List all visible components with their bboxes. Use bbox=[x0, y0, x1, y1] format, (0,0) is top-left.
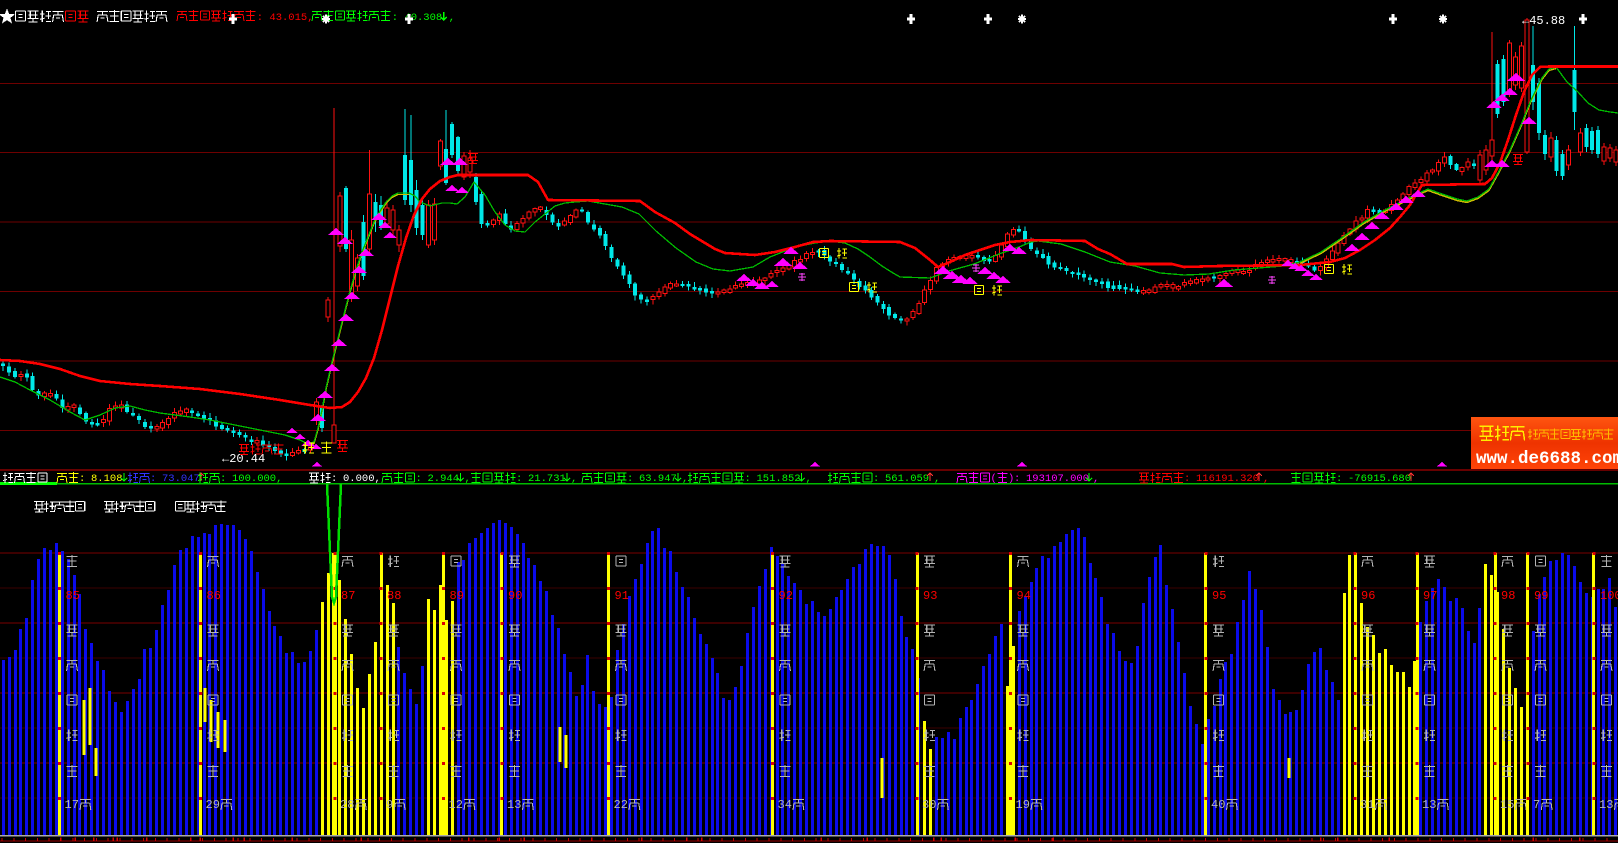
svg-text:85: 85 bbox=[66, 589, 80, 603]
svg-text:,: , bbox=[128, 473, 134, 485]
svg-text:,: , bbox=[449, 12, 455, 24]
svg-text:8.108: 8.108 bbox=[91, 473, 123, 485]
svg-text::: : bbox=[79, 473, 85, 485]
svg-text:28: 28 bbox=[340, 798, 354, 812]
svg-text::: : bbox=[1336, 473, 1342, 485]
svg-text::: : bbox=[745, 473, 751, 485]
svg-text:86: 86 bbox=[207, 589, 221, 603]
svg-text::: : bbox=[220, 473, 226, 485]
svg-text:,: , bbox=[571, 473, 577, 485]
svg-text:116191.320: 116191.320 bbox=[1196, 473, 1259, 485]
svg-text:87: 87 bbox=[341, 589, 355, 603]
svg-text::: : bbox=[416, 473, 422, 485]
svg-text:73.047: 73.047 bbox=[162, 473, 200, 485]
svg-text::: : bbox=[516, 473, 522, 485]
svg-text:31: 31 bbox=[1360, 798, 1374, 812]
svg-text:,: , bbox=[806, 473, 812, 485]
svg-text::: : bbox=[150, 473, 156, 485]
svg-text:12: 12 bbox=[449, 798, 463, 812]
svg-text:13: 13 bbox=[1422, 798, 1436, 812]
svg-text:93: 93 bbox=[923, 589, 937, 603]
svg-text:,: , bbox=[682, 473, 688, 485]
svg-text:22: 22 bbox=[614, 798, 628, 812]
svg-text:91: 91 bbox=[615, 589, 629, 603]
svg-text:89: 89 bbox=[450, 589, 464, 603]
svg-text:0.000,: 0.000, bbox=[343, 473, 381, 485]
svg-text:34: 34 bbox=[778, 798, 792, 812]
svg-text:7: 7 bbox=[1533, 798, 1540, 812]
svg-text:15: 15 bbox=[1500, 798, 1514, 812]
svg-text:,: , bbox=[1263, 473, 1269, 485]
svg-text:2.944: 2.944 bbox=[428, 473, 460, 485]
svg-text:www.de6688.com: www.de6688.com bbox=[1476, 449, 1618, 469]
svg-text:30: 30 bbox=[922, 798, 936, 812]
svg-text::: : bbox=[627, 473, 633, 485]
svg-text:95: 95 bbox=[1212, 589, 1226, 603]
svg-text:21.731: 21.731 bbox=[528, 473, 566, 485]
svg-text:92: 92 bbox=[779, 589, 793, 603]
svg-text:193107.000: 193107.000 bbox=[1026, 473, 1089, 485]
svg-text:96: 96 bbox=[1361, 589, 1375, 603]
svg-text:: 40.308: : 40.308 bbox=[392, 12, 442, 24]
svg-text::: : bbox=[873, 473, 879, 485]
svg-text:9: 9 bbox=[386, 798, 393, 812]
svg-text:99: 99 bbox=[1534, 589, 1548, 603]
svg-text:,: , bbox=[1093, 473, 1099, 485]
svg-text:: 43.015,: : 43.015, bbox=[257, 12, 314, 24]
svg-text:88: 88 bbox=[387, 589, 401, 603]
svg-text:100: 100 bbox=[1600, 589, 1618, 603]
svg-text:97: 97 bbox=[1423, 589, 1437, 603]
svg-text:,: , bbox=[465, 473, 471, 485]
svg-text:13: 13 bbox=[507, 798, 521, 812]
svg-text::: : bbox=[1014, 473, 1020, 485]
svg-text:94: 94 bbox=[1017, 589, 1031, 603]
svg-text:13: 13 bbox=[1599, 798, 1613, 812]
svg-text:90: 90 bbox=[508, 589, 522, 603]
svg-text:-76915.680: -76915.680 bbox=[1348, 473, 1411, 485]
svg-text:63.947: 63.947 bbox=[639, 473, 677, 485]
svg-text:40: 40 bbox=[1211, 798, 1225, 812]
svg-text:29: 29 bbox=[206, 798, 220, 812]
svg-text:19: 19 bbox=[1016, 798, 1030, 812]
svg-text:100.000,: 100.000, bbox=[232, 473, 282, 485]
svg-text:17: 17 bbox=[65, 798, 79, 812]
svg-text:151.852: 151.852 bbox=[757, 473, 801, 485]
svg-text:,: , bbox=[934, 473, 940, 485]
svg-text::: : bbox=[331, 473, 337, 485]
svg-text:98: 98 bbox=[1501, 589, 1515, 603]
svg-text:(: ( bbox=[991, 473, 997, 485]
svg-text:561.059: 561.059 bbox=[885, 473, 929, 485]
svg-text:←45.88: ←45.88 bbox=[1522, 14, 1565, 28]
svg-text::: : bbox=[1184, 473, 1190, 485]
